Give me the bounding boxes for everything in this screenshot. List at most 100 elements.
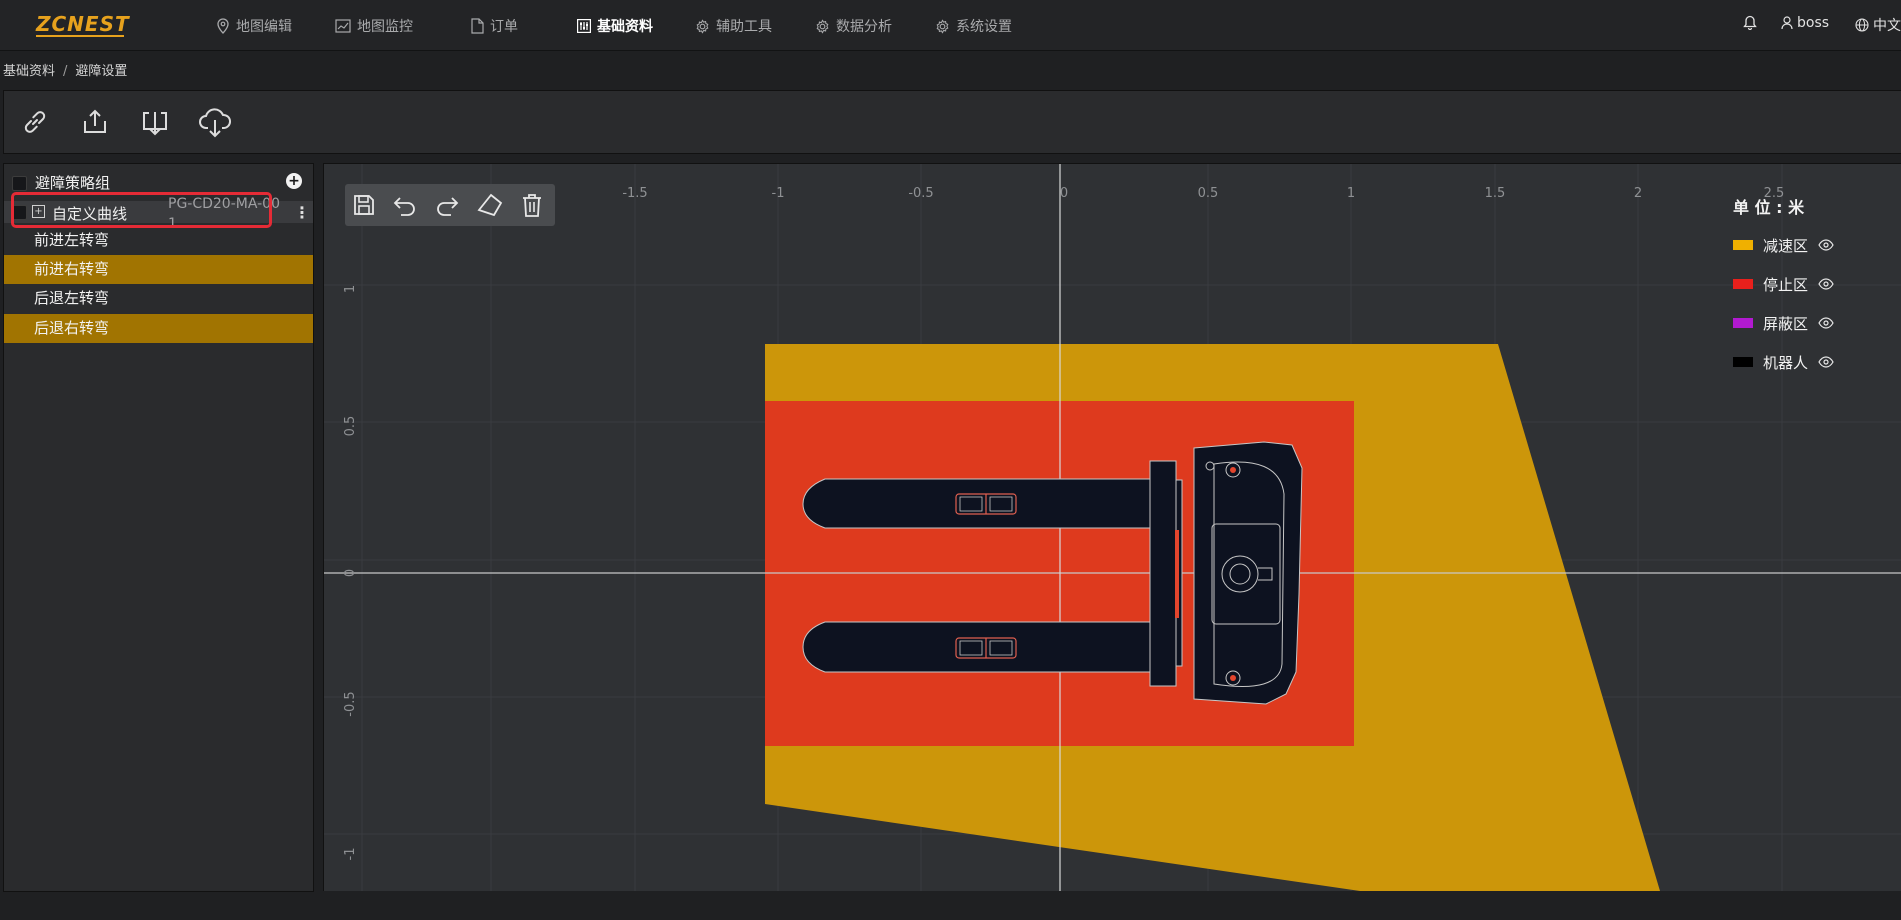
group-checkbox[interactable] (12, 176, 27, 191)
legend-label: 屏蔽区 (1763, 314, 1809, 333)
strategy-group-label: 避障策略组 (35, 174, 111, 192)
language-switcher[interactable]: 中文 (1855, 15, 1901, 35)
curve-checkbox[interactable] (12, 205, 27, 220)
eye-icon[interactable] (1818, 239, 1834, 251)
custom-curve-row[interactable]: + 自定义曲线 PG-CD20-MA-001 ⋮ (4, 196, 313, 232)
nav-item-label: 辅助工具 (716, 19, 772, 35)
save-button[interactable] (349, 191, 379, 219)
legend-label: 停止区 (1763, 275, 1809, 294)
zone-legend: 单 位 : 米 减速区 停止区 屏蔽区 机器人 (1733, 194, 1834, 390)
nav-item-data-analysis[interactable]: 数据分析 (815, 15, 892, 37)
user-icon (1781, 16, 1793, 30)
y-tick-label: 1 (343, 285, 358, 293)
strategy-forward-right[interactable]: 前进右转弯 (4, 255, 313, 284)
x-tick-label: 0.5 (1198, 186, 1219, 201)
nav-item-label: 数据分析 (836, 19, 892, 35)
undo-icon (393, 197, 415, 216)
undo-button[interactable] (390, 191, 420, 219)
nav-item-basic-data[interactable]: 基础资料 (577, 15, 653, 37)
gear-icon (936, 18, 949, 34)
x-tick-label: 0 (1060, 186, 1068, 201)
nav-item-orders[interactable]: 订单 (471, 15, 518, 37)
nav-item-map-edit[interactable]: 地图编辑 (216, 15, 292, 37)
legend-item-slowdown: 减速区 (1733, 234, 1834, 256)
strategy-panel: 避障策略组 + + 自定义曲线 PG-CD20-MA-001 ⋮ 前进左转弯 前… (3, 163, 314, 892)
brand-logo[interactable]: ZCNEST (36, 12, 130, 36)
eye-icon[interactable] (1818, 317, 1834, 329)
gear-icon (696, 18, 709, 34)
obstacle-zone-canvas[interactable]: -1.5 -1 -0.5 0 0.5 1 1.5 2 2.5 1 0.5 0 -… (323, 163, 1901, 891)
save-icon (354, 195, 374, 215)
breadcrumb: 基础资料 / 避障设置 (3, 60, 127, 79)
polygon-icon (477, 193, 503, 217)
x-tick-label: 1.5 (1485, 186, 1506, 201)
robot-sensor-strip (1175, 530, 1179, 618)
legend-item-shield: 屏蔽区 (1733, 312, 1834, 334)
notification-button[interactable] (1743, 15, 1761, 30)
nav-item-label: 系统设置 (956, 19, 1012, 35)
import-button[interactable] (136, 103, 174, 141)
legend-label: 机器人 (1763, 353, 1809, 372)
breadcrumb-item-basic-data[interactable]: 基础资料 (3, 64, 55, 79)
x-tick-label: -1 (772, 186, 785, 201)
y-tick-labels: 1 0.5 0 -0.5 -1 (343, 285, 358, 861)
cloud-download-icon (199, 108, 231, 138)
x-tick-label: 2 (1634, 186, 1642, 201)
strategy-backward-left[interactable]: 后退左转弯 (4, 284, 313, 313)
zone-drawing[interactable]: -1.5 -1 -0.5 0 0.5 1 1.5 2 2.5 1 0.5 0 -… (324, 164, 1901, 891)
nav-item-map-monitor[interactable]: 地图监控 (335, 15, 413, 37)
strategy-forward-left[interactable]: 前进左转弯 (4, 226, 313, 255)
link-icon (24, 111, 46, 133)
globe-icon (1855, 18, 1869, 32)
link-button[interactable] (16, 103, 54, 141)
nav-item-label: 地图监控 (357, 19, 413, 35)
nav-item-label: 地图编辑 (236, 19, 292, 35)
x-tick-label: 1 (1347, 186, 1355, 201)
eye-icon[interactable] (1818, 278, 1834, 290)
x-tick-label: -0.5 (908, 186, 933, 201)
bell-icon (1743, 15, 1757, 30)
draw-polygon-button[interactable] (475, 191, 505, 219)
legend-swatch (1733, 357, 1753, 367)
nav-item-label: 订单 (490, 19, 518, 35)
edit-toolbar (345, 184, 555, 226)
upload-icon (84, 109, 106, 133)
map-pin-icon (217, 18, 229, 34)
custom-curve-label: 自定义曲线 (52, 205, 128, 223)
add-group-button[interactable]: + (286, 173, 302, 189)
y-tick-label: -0.5 (343, 691, 358, 716)
y-tick-label: -1 (343, 848, 358, 861)
redo-button[interactable] (432, 191, 462, 219)
strategy-backward-right[interactable]: 后退右转弯 (4, 314, 313, 343)
gear-icon (816, 18, 829, 34)
breadcrumb-separator: / (63, 64, 68, 79)
brand-logo-underline (36, 35, 124, 37)
chart-icon (335, 19, 351, 33)
robot-wheel-marker (1230, 467, 1236, 473)
breadcrumb-item-obstacle-settings: 避障设置 (75, 64, 128, 79)
delete-icon (523, 194, 541, 217)
legend-item-robot: 机器人 (1733, 351, 1834, 373)
legend-label: 减速区 (1763, 236, 1809, 255)
user-menu[interactable]: boss (1781, 15, 1829, 31)
nav-item-aux-tools[interactable]: 辅助工具 (695, 15, 772, 37)
legend-swatch (1733, 318, 1753, 328)
x-tick-labels: -1.5 -1 -0.5 0 0.5 1 1.5 2 2.5 (622, 186, 1784, 201)
expand-icon[interactable]: + (32, 205, 45, 218)
top-navbar: ZCNEST 地图编辑 地图监控 订单 基础资料 辅助工具 数据分析 系统设置 … (0, 0, 1901, 51)
eye-icon[interactable] (1818, 356, 1834, 368)
x-tick-label: -1.5 (622, 186, 647, 201)
cloud-download-button[interactable] (196, 103, 234, 141)
main-toolbar (3, 90, 1901, 154)
download-icon (143, 112, 167, 136)
legend-item-stop: 停止区 (1733, 273, 1834, 295)
nav-item-system-settings[interactable]: 系统设置 (935, 15, 1012, 37)
user-name: boss (1797, 15, 1830, 31)
more-options-icon[interactable]: ⋮ (294, 203, 310, 222)
legend-swatch (1733, 279, 1753, 289)
delete-button[interactable] (517, 191, 547, 219)
nav-item-label: 基础资料 (597, 19, 653, 35)
export-button[interactable] (76, 103, 114, 141)
robot-wheel-marker (1230, 675, 1236, 681)
y-tick-label: 0.5 (343, 416, 358, 437)
